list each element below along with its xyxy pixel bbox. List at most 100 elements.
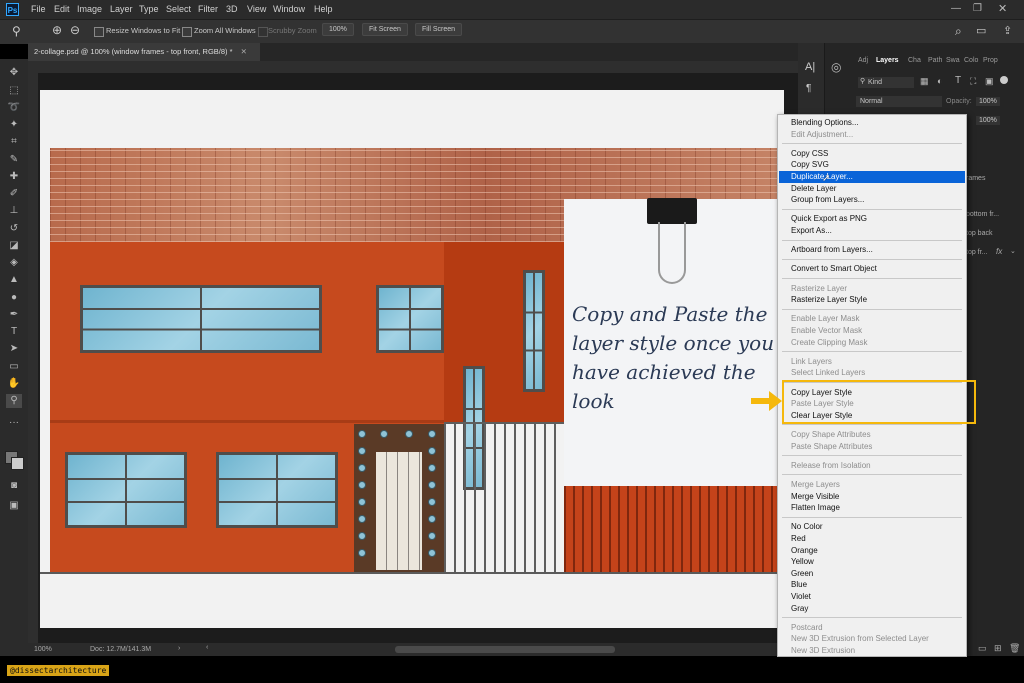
menu-image[interactable]: Image xyxy=(77,4,102,14)
paragraph-panel-icon[interactable]: ¶ xyxy=(806,83,811,94)
layer-name[interactable]: rames xyxy=(966,175,985,182)
resize-windows-checkbox[interactable] xyxy=(94,27,104,39)
search-icon[interactable]: ⌕ xyxy=(955,24,962,39)
zoom-in-icon[interactable]: ⊕ xyxy=(52,23,62,37)
menu-item-yellow[interactable]: Yellow xyxy=(779,556,965,568)
menu-edit[interactable]: Edit xyxy=(54,4,70,14)
healing-brush-icon[interactable]: ✚ xyxy=(6,170,22,184)
menu-item-create-clipping-mask[interactable]: Create Clipping Mask xyxy=(779,337,965,349)
menu-item-artboard-from-layers[interactable]: Artboard from Layers... xyxy=(779,244,965,256)
menu-view[interactable]: View xyxy=(247,4,266,14)
document-tab[interactable]: 2-collage.psd @ 100% (window frames - to… xyxy=(28,43,260,61)
type-tool-icon[interactable]: T xyxy=(6,325,22,339)
rectangle-tool-icon[interactable]: ▭ xyxy=(6,360,22,374)
tab-layers[interactable]: Layers xyxy=(876,57,899,64)
more-tools-icon[interactable]: ··· xyxy=(6,416,22,430)
zoom-tool-active-icon[interactable]: ⚲ xyxy=(6,394,22,408)
path-selection-icon[interactable]: ➤ xyxy=(6,342,22,356)
filter-toggle-icon[interactable] xyxy=(1000,76,1008,84)
layer-effects-icon[interactable]: fx xyxy=(996,247,1002,256)
dodge-tool-icon[interactable]: ● xyxy=(6,291,22,305)
quick-mask-icon[interactable]: ◙ xyxy=(6,479,22,493)
menu-item-link-layers[interactable]: Link Layers xyxy=(779,356,965,368)
delete-layer-icon[interactable]: 🗑 xyxy=(1009,643,1020,654)
menu-item-new-3d-extrusion-from-selected-layer[interactable]: New 3D Extrusion from Selected Layer xyxy=(779,633,965,645)
filter-kind-dropdown[interactable]: Kind xyxy=(858,77,914,88)
pen-tool-icon[interactable]: ✒ xyxy=(6,308,22,322)
menu-item-rasterize-layer-style[interactable]: Rasterize Layer Style xyxy=(779,294,965,306)
workspace-icon[interactable]: ▭ xyxy=(976,24,986,37)
libraries-icon[interactable]: ◎ xyxy=(831,60,841,74)
new-layer-icon[interactable]: ⊞ xyxy=(994,643,1002,654)
menu-item-convert-to-smart-object[interactable]: Convert to Smart Object xyxy=(779,263,965,275)
menu-item-orange[interactable]: Orange xyxy=(779,545,965,557)
menu-item-copy-css[interactable]: Copy CSS xyxy=(779,148,965,160)
filter-adjust-icon[interactable]: ◐ xyxy=(937,76,942,86)
zoom-value-field[interactable]: 100% xyxy=(322,23,354,36)
fit-screen-button[interactable]: Fit Screen xyxy=(362,23,408,36)
magic-wand-icon[interactable]: ✦ xyxy=(6,118,22,132)
scroll-left-icon[interactable]: ‹ xyxy=(206,644,208,651)
share-icon[interactable]: ⇪ xyxy=(1003,24,1012,37)
fill-screen-button[interactable]: Fill Screen xyxy=(415,23,463,36)
layer-name[interactable]: top back xyxy=(966,230,992,237)
menu-item-duplicate-layer[interactable]: Duplicate Layer... xyxy=(779,171,965,183)
opacity-field[interactable]: 100% xyxy=(976,97,1000,106)
menu-item-paste-shape-attributes[interactable]: Paste Shape Attributes xyxy=(779,441,965,453)
horizontal-scrollbar[interactable] xyxy=(395,646,615,653)
background-color-swatch[interactable] xyxy=(11,457,24,470)
tab-adjustments[interactable]: Adj xyxy=(858,57,868,64)
crop-tool-icon[interactable]: ⌗ xyxy=(6,135,22,149)
hand-tool-icon[interactable]: ✋ xyxy=(6,377,22,391)
menu-item-red[interactable]: Red xyxy=(779,533,965,545)
new-group-icon[interactable]: ▭ xyxy=(978,643,987,654)
maximize-icon[interactable]: ❐ xyxy=(973,3,982,14)
menu-item-flatten-image[interactable]: Flatten Image xyxy=(779,502,965,514)
zoom-out-icon[interactable]: ⊖ xyxy=(70,23,80,37)
tab-swatches[interactable]: Swa xyxy=(946,57,960,64)
zoom-level[interactable]: 100% xyxy=(34,646,52,653)
menu-item-merge-layers[interactable]: Merge Layers xyxy=(779,479,965,491)
scrubby-zoom-checkbox[interactable] xyxy=(258,27,268,37)
menu-item-blue[interactable]: Blue xyxy=(779,579,965,591)
lasso-tool-icon[interactable]: ➰ xyxy=(6,101,22,115)
menu-help[interactable]: Help xyxy=(314,4,333,14)
menu-layer[interactable]: Layer xyxy=(110,4,133,14)
menu-item-quick-export-as-png[interactable]: Quick Export as PNG xyxy=(779,213,965,225)
screen-mode-icon[interactable]: ▣ xyxy=(6,499,22,513)
close-icon[interactable]: ✕ xyxy=(998,2,1007,15)
menu-item-postcard[interactable]: Postcard xyxy=(779,622,965,634)
menu-type[interactable]: Type xyxy=(139,4,159,14)
menu-item-rasterize-layer[interactable]: Rasterize Layer xyxy=(779,283,965,295)
menu-item-new-3d-extrusion[interactable]: New 3D Extrusion xyxy=(779,645,965,657)
menu-item-merge-visible[interactable]: Merge Visible xyxy=(779,491,965,503)
tab-color[interactable]: Colo xyxy=(964,57,978,64)
character-panel-icon[interactable]: A| xyxy=(805,61,815,73)
eraser-icon[interactable]: ◪ xyxy=(6,239,22,253)
menu-item-enable-layer-mask[interactable]: Enable Layer Mask xyxy=(779,313,965,325)
eyedropper-icon[interactable]: ✎ xyxy=(6,153,22,167)
brush-tool-icon[interactable]: ✐ xyxy=(6,187,22,201)
menu-3d[interactable]: 3D xyxy=(226,4,238,14)
menu-item-blending-options[interactable]: Blending Options... xyxy=(779,117,965,129)
paint-bucket-icon[interactable]: ◈ xyxy=(6,256,22,270)
stamp-tool-icon[interactable]: ⊥ xyxy=(6,204,22,218)
layer-name[interactable]: bottom fr... xyxy=(966,211,999,218)
menu-window[interactable]: Window xyxy=(273,4,305,14)
menu-select[interactable]: Select xyxy=(166,4,191,14)
filter-type-icon[interactable]: T xyxy=(955,75,961,86)
filter-pixel-icon[interactable]: ▦ xyxy=(920,76,929,87)
menu-file[interactable]: File xyxy=(31,4,46,14)
menu-item-delete-layer[interactable]: Delete Layer xyxy=(779,183,965,195)
zoom-tool-icon[interactable]: ⚲ xyxy=(12,24,21,38)
fill-field[interactable]: 100% xyxy=(976,116,1000,125)
photoshop-logo-icon[interactable]: Ps xyxy=(6,3,19,16)
history-brush-icon[interactable]: ↺ xyxy=(6,222,22,236)
menu-item-group-from-layers[interactable]: Group from Layers... xyxy=(779,194,965,206)
menu-item-gray[interactable]: Gray xyxy=(779,603,965,615)
filter-shape-icon[interactable]: ⛶ xyxy=(970,76,976,87)
tab-properties[interactable]: Prop xyxy=(983,57,998,64)
close-tab-icon[interactable]: ✕ xyxy=(241,47,247,56)
menu-item-copy-shape-attributes[interactable]: Copy Shape Attributes xyxy=(779,429,965,441)
menu-item-violet[interactable]: Violet xyxy=(779,591,965,603)
